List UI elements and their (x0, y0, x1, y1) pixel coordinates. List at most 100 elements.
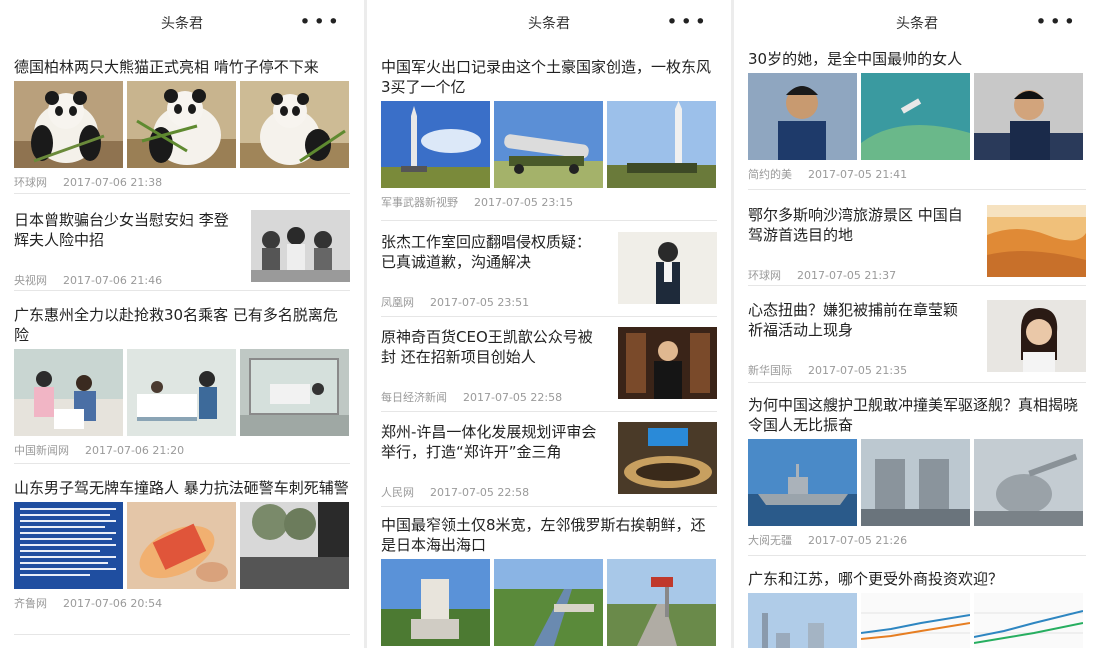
news-source: 央视网 (14, 274, 47, 287)
top-bar: 头条君 ••• (734, 0, 1100, 44)
street-photo[interactable] (240, 502, 349, 589)
news-source: 齐鲁网 (14, 597, 47, 610)
missile-photo[interactable] (494, 101, 603, 188)
news-source: 环球网 (14, 176, 47, 189)
news-item[interactable]: 中国军火出口记录由这个土豪国家创造，一枚东风3买了一个亿 军事武器新视野 2017… (381, 57, 717, 221)
hospital-photo[interactable] (240, 349, 349, 436)
portrait-photo[interactable] (974, 73, 1083, 160)
ceo-photo[interactable] (618, 327, 717, 399)
panda-photo[interactable] (127, 81, 236, 168)
meeting-photo[interactable] (618, 422, 717, 494)
news-item[interactable]: 山东男子驾无牌车撞路人 暴力抗法砸警车刺死辅警 齐鲁网 2017-07-06 20… (14, 478, 350, 635)
aerial-photo[interactable] (861, 73, 970, 160)
river-photo[interactable] (494, 559, 603, 646)
news-headline[interactable]: 中国最窄领土仅8米宽，左邻俄罗斯右挨朝鲜，还是日本海出海口 (381, 515, 717, 555)
news-time: 2017-07-06 21:38 (63, 176, 163, 189)
news-time: 2017-07-06 20:54 (63, 597, 163, 610)
news-time: 2017-07-05 21:35 (808, 364, 908, 377)
image-row (748, 439, 1086, 526)
image-row (748, 73, 1086, 160)
text-screenshot-image[interactable] (14, 502, 123, 589)
news-headline[interactable]: 德国柏林两只大熊猫正式亮相 啃竹子停不下来 (14, 57, 350, 77)
top-bar: 头条君 ••• (367, 0, 731, 44)
news-panel-3: 头条君 ••• 30岁的她，是全中国最帅的女人 简约的美 2017-07-05 2… (734, 0, 1100, 648)
panda-photo[interactable] (240, 81, 349, 168)
naval-gun-photo[interactable] (974, 439, 1083, 526)
news-item[interactable]: 30岁的她，是全中国最帅的女人 简约的美 2017-07-05 21:41 (748, 49, 1086, 190)
news-time: 2017-07-05 22:58 (463, 391, 563, 404)
image-row (14, 349, 350, 436)
news-panel-2: 头条君 ••• 中国军火出口记录由这个土豪国家创造，一枚东风3买了一个亿 军事武… (367, 0, 731, 648)
news-time: 2017-07-05 23:51 (430, 296, 530, 309)
news-item[interactable]: 中国最窄领土仅8米宽，左邻俄罗斯右挨朝鲜，还是日本海出海口 (381, 515, 717, 648)
screens: 头条君 ••• 德国柏林两只大熊猫正式亮相 啃竹子停不下来 环球网 2017-07… (0, 0, 1100, 648)
news-source: 大阅无疆 (748, 534, 792, 547)
image-row (14, 502, 350, 589)
missile-photo[interactable] (607, 101, 716, 188)
news-item[interactable]: 郑州-许昌一体化发展规划评审会举行，打造“郑许开”金三角 人民网 2017-07-… (381, 422, 717, 507)
news-time: 2017-07-06 21:46 (63, 274, 163, 287)
panda-photo[interactable] (14, 81, 123, 168)
news-source: 简约的美 (748, 168, 792, 181)
news-meta: 中国新闻网 2017-07-06 21:20 (14, 442, 350, 458)
more-options-icon[interactable]: ••• (299, 13, 342, 32)
news-item[interactable]: 广东惠州全力以赴抢救30名乘客 已有多名脱离危险 中国新闻网 2017-07-06… (14, 305, 350, 464)
news-panel-1: 头条君 ••• 德国柏林两只大熊猫正式亮相 啃竹子停不下来 环球网 2017-07… (0, 0, 364, 648)
news-headline[interactable]: 30岁的她，是全中国最帅的女人 (748, 49, 1086, 69)
news-time: 2017-07-05 22:58 (430, 486, 530, 499)
monument-photo[interactable] (381, 559, 490, 646)
news-item[interactable]: 为何中国这艘护卫舰敢冲撞美军驱逐舰？真相揭晓令国人无比振奋 大阅无疆 2017-0… (748, 395, 1086, 556)
image-row (14, 81, 350, 168)
more-options-icon[interactable]: ••• (666, 13, 709, 32)
news-item[interactable]: 鄂尔多斯响沙湾旅游景区 中国自驾游首选目的地 环球网 2017-07-05 21:… (748, 205, 1086, 286)
news-headline[interactable]: 广东惠州全力以赴抢救30名乘客 已有多名脱离危险 (14, 305, 350, 345)
news-source: 人民网 (381, 486, 414, 499)
line-chart-image[interactable] (861, 593, 970, 648)
news-item[interactable]: 原神奇百货CEO王凯歆公众号被封 还在招新项目创始人 每日经济新闻 2017-07… (381, 327, 717, 412)
news-source: 军事武器新视野 (381, 196, 458, 209)
news-time: 2017-07-05 21:37 (797, 269, 897, 282)
portrait-photo[interactable] (748, 73, 857, 160)
woman-photo[interactable] (987, 300, 1086, 372)
city-photo[interactable] (748, 593, 857, 648)
news-headline[interactable]: 中国军火出口记录由这个土豪国家创造，一枚东风3买了一个亿 (381, 57, 717, 97)
news-headline[interactable]: 为何中国这艘护卫舰敢冲撞美军驱逐舰？真相揭晓令国人无比振奋 (748, 395, 1086, 435)
news-source: 中国新闻网 (14, 444, 69, 457)
news-meta: 简约的美 2017-07-05 21:41 (748, 166, 1086, 182)
news-headline[interactable]: 山东男子驾无牌车撞路人 暴力抗法砸警车刺死辅警 (14, 478, 350, 498)
news-source: 环球网 (748, 269, 781, 282)
news-time: 2017-07-05 23:15 (474, 196, 574, 209)
news-item[interactable]: 广东和江苏，哪个更受外商投资欢迎？ (748, 569, 1086, 648)
news-headline[interactable]: 广东和江苏，哪个更受外商投资欢迎？ (748, 569, 1086, 589)
historical-photo[interactable] (251, 210, 350, 282)
line-chart-image[interactable] (974, 593, 1083, 648)
news-meta: 大阅无疆 2017-07-05 21:26 (748, 532, 1086, 548)
top-bar: 头条君 ••• (0, 0, 364, 44)
missile-photo[interactable] (381, 101, 490, 188)
news-item[interactable]: 张杰工作室回应翻唱侵权质疑：已真诚道歉，沟通解决 凤凰网 2017-07-05 2… (381, 232, 717, 317)
image-row (381, 559, 717, 646)
news-time: 2017-07-06 21:20 (85, 444, 185, 457)
news-time: 2017-07-05 21:26 (808, 534, 908, 547)
news-source: 新华国际 (748, 364, 792, 377)
news-meta: 军事武器新视野 2017-07-05 23:15 (381, 194, 717, 210)
news-item[interactable]: 日本曾欺骗台少女当慰安妇 李登辉夫人险中招 央视网 2017-07-06 21:4… (14, 210, 350, 291)
singer-photo[interactable] (618, 232, 717, 304)
missile-launcher-photo[interactable] (861, 439, 970, 526)
border-road-photo[interactable] (607, 559, 716, 646)
news-time: 2017-07-05 21:41 (808, 168, 908, 181)
news-item[interactable]: 德国柏林两只大熊猫正式亮相 啃竹子停不下来 环球网 2017-07-06 21:3… (14, 57, 350, 194)
news-source: 每日经济新闻 (381, 391, 447, 404)
news-item[interactable]: 心态扭曲？嫌犯被捕前在章莹颖祈福活动上现身 新华国际 2017-07-05 21:… (748, 300, 1086, 383)
hospital-photo[interactable] (14, 349, 123, 436)
image-row (748, 593, 1086, 648)
news-source: 凤凰网 (381, 296, 414, 309)
hospital-photo[interactable] (127, 349, 236, 436)
desert-photo[interactable] (987, 205, 1086, 277)
warship-photo[interactable] (748, 439, 857, 526)
injury-photo[interactable] (127, 502, 236, 589)
more-options-icon[interactable]: ••• (1035, 13, 1078, 32)
news-meta: 环球网 2017-07-06 21:38 (14, 174, 350, 190)
image-row (381, 101, 717, 188)
news-meta: 齐鲁网 2017-07-06 20:54 (14, 595, 350, 611)
